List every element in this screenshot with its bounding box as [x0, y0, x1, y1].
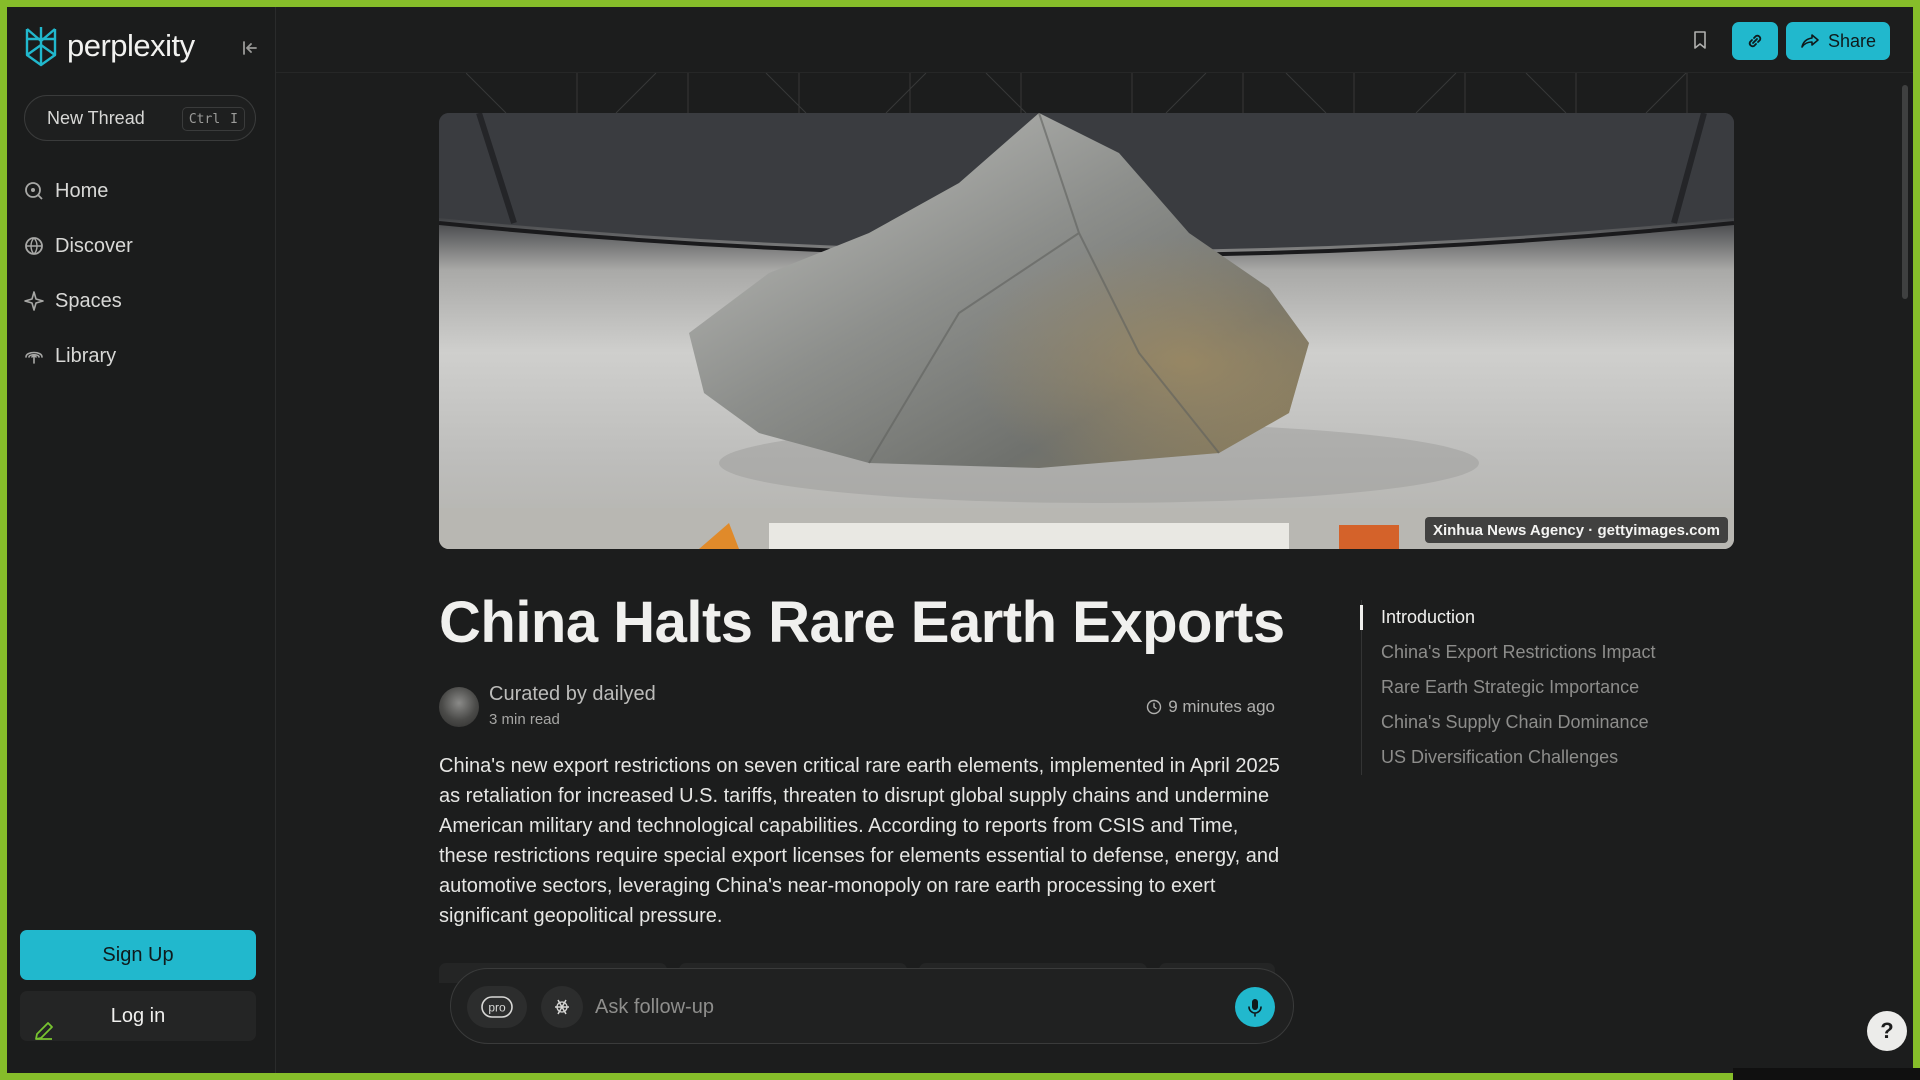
new-thread-label: New Thread: [47, 107, 145, 128]
logo[interactable]: perplexity: [23, 25, 195, 67]
pro-icon: pro: [481, 996, 513, 1018]
sidebar-item-library[interactable]: Library: [23, 338, 116, 374]
read-time: 3 min read: [489, 711, 560, 728]
toc-item-export-restrictions[interactable]: China's Export Restrictions Impact: [1362, 635, 1681, 670]
follow-up-bar: pro: [450, 968, 1294, 1044]
logo-text: perplexity: [67, 28, 195, 63]
top-bar: Share: [276, 7, 1913, 73]
table-of-contents: Introduction China's Export Restrictions…: [1360, 600, 1681, 775]
pencil-icon: [35, 1022, 53, 1040]
share-button[interactable]: Share: [1786, 22, 1890, 60]
new-thread-button[interactable]: New Thread Ctrl I: [24, 95, 256, 141]
globe-icon: [25, 237, 43, 255]
pro-label: pro: [488, 1001, 506, 1015]
sidebar: perplexity New Thread Ctrl I Home Discov…: [7, 7, 275, 1073]
shortcut-key-i: I: [230, 111, 238, 127]
toc-item-diversification[interactable]: US Diversification Challenges: [1362, 740, 1681, 775]
sidebar-item-label: Discover: [55, 234, 133, 257]
bookmark-icon: [1694, 31, 1706, 49]
sidebar-item-spaces[interactable]: Spaces: [23, 283, 122, 319]
hero-image: Xinhua News Agency · gettyimages.com: [439, 113, 1734, 549]
article-summary: China's new export restrictions on seven…: [439, 755, 1280, 927]
toc-item-introduction[interactable]: Introduction: [1360, 600, 1681, 635]
microphone-icon: [1248, 999, 1262, 1017]
sidebar-item-home[interactable]: Home: [23, 173, 108, 209]
app-window: perplexity New Thread Ctrl I Home Discov…: [7, 7, 1913, 1073]
rock-photo: [439, 113, 1734, 549]
focus-button[interactable]: [541, 986, 583, 1028]
sparkle-icon: [24, 291, 44, 311]
sidebar-item-discover[interactable]: Discover: [23, 228, 133, 264]
toc-item-strategic-importance[interactable]: Rare Earth Strategic Importance: [1362, 670, 1681, 705]
scrollbar[interactable]: [1902, 85, 1908, 299]
share-label: Share: [1827, 30, 1877, 51]
ask-follow-up-input[interactable]: [595, 991, 1215, 1023]
pro-toggle[interactable]: pro: [467, 986, 527, 1028]
taskbar: [1733, 1068, 1920, 1080]
focus-icon: [555, 999, 569, 1015]
author-row: Curated by dailyed 3 min read 9 minutes …: [439, 679, 1275, 729]
sidebar-item-label: Spaces: [55, 289, 122, 312]
shortcut-key-ctrl: Ctrl: [188, 111, 221, 127]
collapse-sidebar-button[interactable]: [239, 37, 261, 59]
edit-button[interactable]: [32, 1019, 56, 1043]
time-ago-text: 9 minutes ago: [1168, 697, 1275, 716]
link-icon: [1748, 34, 1762, 48]
article-title: China Halts Rare Earth Exports: [439, 590, 1285, 655]
sign-up-button[interactable]: Sign Up: [20, 930, 256, 980]
share-icon: [1801, 34, 1819, 48]
clock-icon: [1147, 699, 1162, 715]
voice-input-button[interactable]: [1235, 987, 1275, 1027]
sidebar-item-label: Home: [55, 179, 109, 202]
collapse-icon: [243, 41, 257, 55]
time-ago: 9 minutes ago: [1146, 697, 1275, 717]
perplexity-logo-icon: [25, 27, 57, 67]
sidebar-item-label: Library: [55, 344, 117, 367]
bookmark-button[interactable]: [1689, 29, 1711, 51]
avatar[interactable]: [439, 687, 479, 727]
decorative-pattern: [466, 73, 1688, 113]
main-content: Share Xinhua News Agency · gettyimages.c…: [275, 7, 1913, 1073]
library-icon: [25, 351, 43, 364]
keyboard-shortcut: Ctrl I: [181, 107, 245, 131]
copy-link-button[interactable]: [1732, 22, 1778, 60]
toc-item-supply-chain[interactable]: China's Supply Chain Dominance: [1362, 705, 1681, 740]
image-credit: Xinhua News Agency · gettyimages.com: [1424, 517, 1728, 543]
curated-by[interactable]: Curated by dailyed: [489, 683, 656, 706]
home-icon: [25, 182, 43, 200]
